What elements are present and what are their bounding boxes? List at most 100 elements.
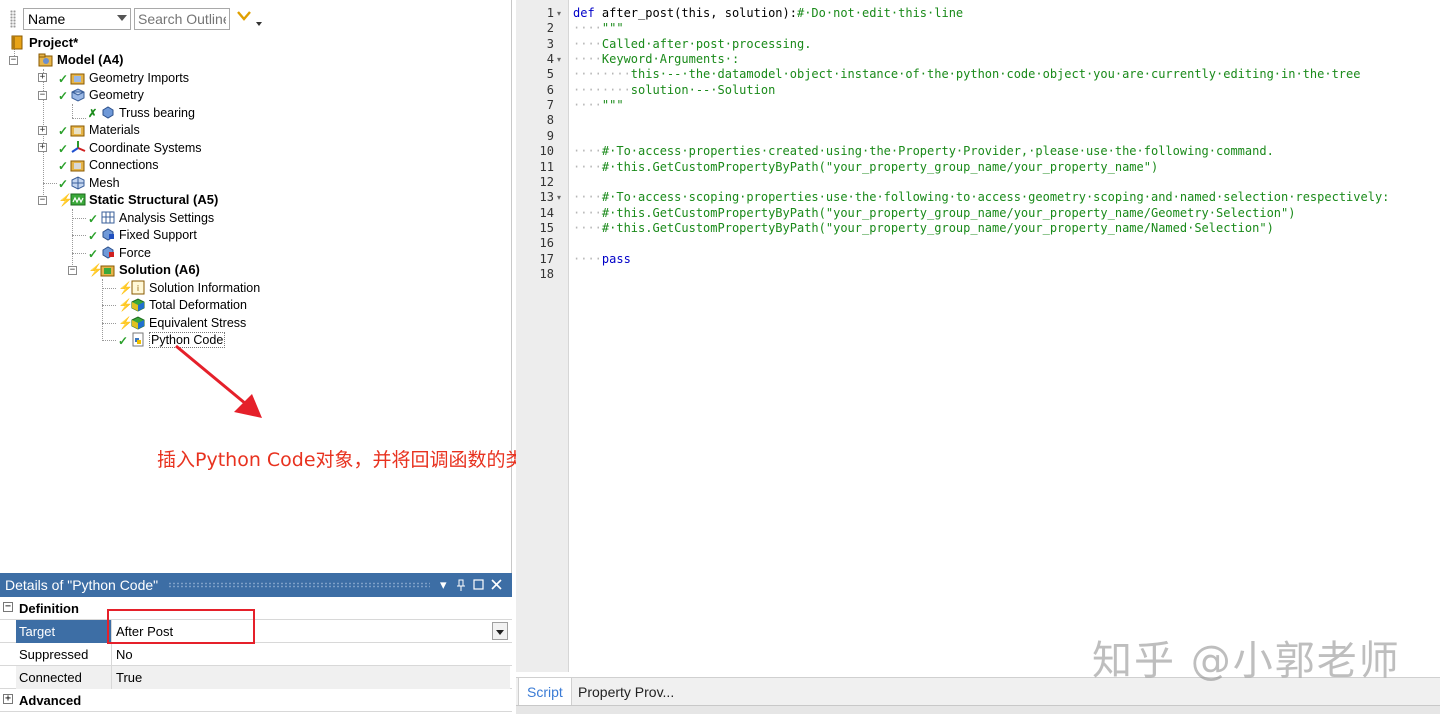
tree-item-force[interactable]: ✓ Force [86,244,151,261]
pin-icon[interactable] [456,576,466,596]
code-text: """ [601,98,624,113]
line-number: 7 [546,98,554,113]
expand-icon[interactable]: + [38,73,47,82]
check-icon: ✓ [118,334,129,348]
search-outline-input[interactable] [134,8,230,30]
expand-icon[interactable]: + [3,694,13,704]
tree-item-label: Static Structural (A5) [89,192,219,207]
code-line: ····""" [573,21,624,36]
line-number: 17 [539,251,554,266]
code-comment: #·To·access·scoping·properties·use·the·f… [601,190,1390,205]
tree-item-label: Total Deformation [149,297,247,312]
code-comment: #·To·access·properties·created·using·the… [601,144,1274,159]
column-select-value: Name [28,11,66,27]
tree-item-geometry-imports[interactable]: ✓ Geometry Imports [56,69,189,86]
tree-item-label: Force [119,245,151,260]
outline-pane: Name Project* − [0,0,693,714]
check-icon: ✓ [58,89,69,103]
watermark: 知乎 @小郭老师 [1092,638,1401,684]
code-line: ····#·To·access·properties·created·using… [573,144,1274,159]
tree-connector [72,118,86,119]
collapse-icon[interactable]: − [38,91,47,100]
tree-item-model[interactable]: Model (A4) [38,51,123,68]
tree-item-analysis-settings[interactable]: ✓ Analysis Settings [86,209,214,226]
chevron-down-icon[interactable] [236,9,252,23]
code-comment: #·this.GetCustomPropertyByPath("your_pro… [601,205,1296,220]
tab-script[interactable]: Script [518,678,572,706]
collapse-icon[interactable]: − [68,266,77,275]
expand-icon[interactable]: + [38,126,47,135]
lightning-icon: ⚡ [118,298,133,312]
tree-item-geometry[interactable]: ✓ Geometry [56,86,144,103]
property-row-connected: Connected True [0,666,512,689]
info-icon: i [130,280,146,295]
tree-item-connections[interactable]: ✓ Connections [56,156,159,173]
details-title: Details of "Python Code" [5,577,159,593]
property-value: True [112,666,510,689]
collapse-icon[interactable]: − [38,196,47,205]
tree-item-label: Geometry [89,87,144,102]
tree-item-python-code[interactable]: ✓ Python Code [116,331,226,348]
dropdown-icon[interactable]: ▾ [440,576,447,594]
code-text: Keyword·Arguments·: [601,52,740,67]
tree-item-fixed-support[interactable]: ✓ Fixed Support [86,226,197,243]
line-number: 2 [546,21,554,36]
tree-item-mesh[interactable]: ✓ Mesh [56,174,120,191]
project-icon [10,35,26,50]
line-number: 16 [539,236,554,251]
tree-item-truss-bearing[interactable]: ✗ Truss bearing [86,104,195,121]
tree-item-total-deformation[interactable]: ⚡ Total Deformation [116,296,247,313]
highlight-box [107,609,255,644]
collapse-icon[interactable]: − [9,56,18,65]
caret-down-icon[interactable] [256,22,262,26]
property-row-suppressed[interactable]: Suppressed No [0,643,512,666]
dropdown-arrow-icon[interactable] [492,622,508,640]
tree-item-solution-information[interactable]: ⚡ i Solution Information [116,279,260,296]
code-line: ····#·To·access·scoping·properties·use·t… [573,190,1390,205]
column-select[interactable]: Name [23,8,131,30]
mesh-icon [70,175,86,190]
tree-item-solution[interactable]: ⚡ Solution (A6) [86,261,200,278]
group-advanced[interactable]: + Advanced [0,689,512,712]
code-line: ····#·this.GetCustomPropertyByPath("your… [573,205,1296,220]
folder-icon [70,122,86,137]
line-number: 10 [539,144,554,159]
fold-toggle-icon[interactable]: ▾ [557,6,561,21]
group-definition[interactable]: − Definition [0,597,512,620]
line-number: 9 [546,128,554,143]
toolbar-grip-icon[interactable] [10,10,16,28]
line-number: 6 [546,82,554,97]
check-icon: ✓ [58,159,69,173]
line-number-gutter: 1 ▾ 2 3 4 ▾ 5 6 7 8 9 10 11 12 13 ▾ 14 15 16 17 18 [516,0,568,672]
fold-toggle-icon[interactable]: ▾ [557,52,561,67]
code-line: ····""" [573,98,624,113]
line-number: 12 [539,174,554,189]
tree-item-label: Model (A4) [57,52,124,67]
property-key: Target Callback [16,620,112,656]
tree-item-coordinate-systems[interactable]: ✓ Coordinate Systems [56,139,202,156]
group-label: Advanced [19,693,82,708]
details-title-bar: Details of "Python Code" ▾ [0,573,512,597]
collapse-icon[interactable]: − [3,602,13,612]
maximize-icon[interactable] [473,576,484,595]
line-number: 4 [546,52,554,67]
script-editor-pane: 1 ▾ 2 3 4 ▾ 5 6 7 8 9 10 11 12 13 ▾ 14 15 16 17 18 def after… [516,0,1440,714]
python-file-icon [130,332,146,347]
lightning-icon: ⚡ [58,193,73,207]
fold-toggle-icon[interactable]: ▾ [557,190,561,205]
close-icon[interactable] [491,576,502,595]
tab-property-provider[interactable]: Property Prov... [570,678,682,706]
tree-item-static-structural[interactable]: ⚡ Static Structural (A5) [56,191,218,208]
code-editor[interactable]: def after_post(this, solution):#·Do·not·… [568,0,1440,672]
analysis-settings-icon [100,210,116,225]
tree-item-equivalent-stress[interactable]: ⚡ Equivalent Stress [116,314,246,331]
code-keyword: def [573,6,595,20]
tree-item-materials[interactable]: ✓ Materials [56,121,140,138]
result-icon [130,297,146,312]
property-value[interactable]: No [112,643,510,666]
tree-item-label: Python Code [149,331,226,348]
tree-item-project[interactable]: Project* [10,34,78,51]
property-row-target-callback[interactable]: Target Callback After Post [0,620,512,656]
property-key: Suppressed [16,643,112,666]
expand-icon[interactable]: + [38,143,47,152]
